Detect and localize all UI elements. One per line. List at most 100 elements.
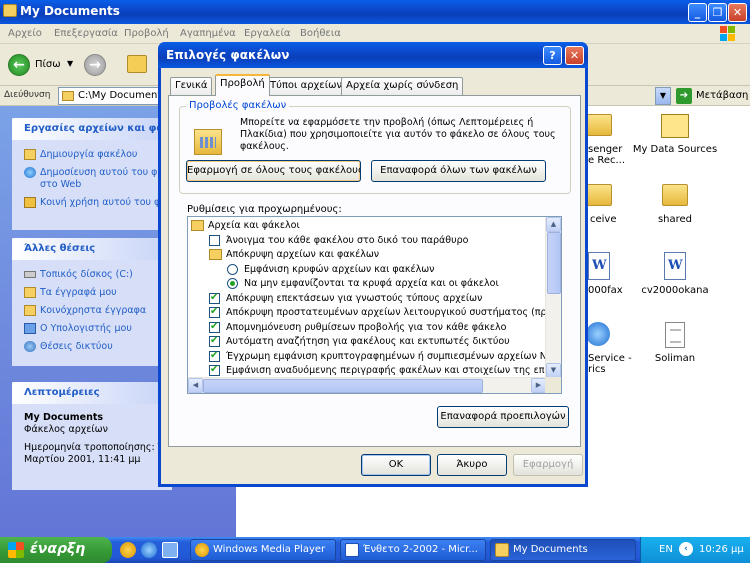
word-document-icon	[664, 252, 686, 280]
text-document-icon	[665, 322, 685, 348]
media-player-icon	[195, 543, 209, 557]
media-player-quicklaunch-icon[interactable]	[120, 542, 136, 558]
show-desktop-icon[interactable]	[162, 542, 178, 558]
close-button[interactable]: ✕	[728, 3, 747, 22]
word-icon	[345, 543, 359, 557]
folder-icon	[62, 91, 74, 101]
checkbox[interactable]	[209, 334, 220, 348]
checkbox[interactable]	[209, 291, 220, 305]
back-button-label[interactable]: Πίσω	[35, 59, 61, 70]
folder-options-dialog: Επιλογές φακέλων ? ✕ Γενικά Προβολή Τύπο…	[158, 42, 588, 487]
file-item-soliman[interactable]: Soliman	[620, 322, 730, 364]
internet-explorer-quicklaunch-icon[interactable]	[141, 542, 157, 558]
explorer-title-bar[interactable]: My Documents _ ❐ ✕	[0, 0, 750, 24]
menu-favorites[interactable]: Αγαπημένα	[180, 28, 236, 39]
other-places-panel: Άλλες θέσεις Τοπικός δίσκος (C:) Τα έγγρ…	[12, 238, 172, 366]
address-label: Διεύθυνση	[4, 90, 51, 100]
start-button[interactable]: έναρξη	[0, 537, 112, 563]
task-share-folder[interactable]: Κοινή χρήση αυτού του φ	[12, 194, 172, 212]
tab-general[interactable]: Γενικά	[170, 77, 213, 95]
tab-file-types[interactable]: Τύποι αρχείων	[265, 77, 348, 95]
file-item-shared[interactable]: shared	[620, 184, 730, 225]
menu-bar: Αρχείο Επεξεργασία Προβολή Αγαπημένα Εργ…	[0, 24, 750, 44]
other-places-title[interactable]: Άλλες θέσεις	[12, 238, 172, 260]
place-shared-documents[interactable]: Κοινόχρηστα έγγραφα	[12, 302, 172, 320]
radio-button[interactable]	[227, 278, 238, 289]
radio-button[interactable]	[227, 263, 238, 275]
details-title[interactable]: Λεπτομέρειες	[12, 382, 172, 404]
horizontal-scrollbar[interactable]: ◀ ▶	[188, 377, 546, 393]
scroll-right-icon[interactable]: ▶	[531, 378, 546, 393]
apply-to-all-folders-button[interactable]: Εφαρμογή σε όλους τους φακέλους	[186, 160, 361, 182]
checkbox[interactable]	[209, 349, 220, 363]
minimize-button[interactable]: _	[688, 3, 707, 22]
checkbox[interactable]	[209, 234, 220, 246]
folder-icon	[495, 543, 509, 557]
forward-arrow-icon[interactable]: →	[84, 54, 106, 76]
cancel-button[interactable]: Άκυρο	[437, 454, 507, 476]
scroll-left-icon[interactable]: ◀	[188, 378, 203, 393]
menu-edit[interactable]: Επεξεργασία	[54, 28, 118, 39]
menu-file[interactable]: Αρχείο	[8, 28, 42, 39]
taskbar-button-my-documents[interactable]: My Documents	[490, 539, 636, 561]
tab-view[interactable]: Προβολή	[215, 74, 270, 96]
advanced-setting-label: Απομνημόνευση ρυθμίσεων προβολής για τον…	[226, 321, 507, 333]
vertical-scrollbar[interactable]: ▲ ▼	[545, 217, 561, 378]
scroll-up-icon[interactable]: ▲	[546, 217, 561, 232]
advanced-settings-list[interactable]: Αρχεία και φάκελοι Άνοιγμα του κάθε φακέλ…	[187, 216, 562, 394]
taskbar-button-word[interactable]: Ένθετο 2-2002 - Micr...	[340, 539, 486, 561]
folder-icon	[3, 4, 17, 17]
address-input[interactable]: C:\My Documents	[58, 87, 168, 105]
go-arrow-icon[interactable]: ➔	[676, 88, 692, 104]
tab-offline-files[interactable]: Αρχεία χωρίς σύνδεση	[341, 77, 464, 95]
place-my-documents[interactable]: Τα έγγραφά μου	[12, 284, 172, 302]
taskbar-button-media-player[interactable]: Windows Media Player	[190, 539, 336, 561]
place-network[interactable]: Θέσεις δικτύου	[12, 338, 172, 356]
file-tasks-title[interactable]: Εργασίες αρχείων και φακ	[12, 118, 172, 140]
apply-button[interactable]: Εφαρμογή	[513, 454, 583, 476]
checkbox[interactable]	[209, 363, 220, 377]
advanced-setting-label: Απόκρυψη αρχείων και φακέλων	[226, 249, 380, 260]
scroll-down-icon[interactable]: ▼	[546, 363, 561, 378]
chevron-left-icon[interactable]: ‹	[679, 542, 693, 556]
folder-up-icon[interactable]	[127, 55, 147, 73]
help-button[interactable]: ?	[543, 46, 562, 65]
menu-view[interactable]: Προβολή	[124, 28, 169, 39]
checkbox[interactable]	[209, 305, 220, 319]
address-dropdown-icon[interactable]: ▼	[655, 87, 671, 105]
reset-all-folders-button[interactable]: Επαναφορά όλων των φακέλων	[371, 160, 546, 182]
data-sources-icon	[661, 114, 689, 138]
vertical-scroll-thumb[interactable]	[547, 232, 561, 294]
folder-icon	[24, 305, 36, 316]
folder-icon	[586, 114, 612, 136]
details-modified-value: Μαρτίου 2001, 11:41 μμ	[24, 454, 141, 465]
file-tasks-panel: Εργασίες αρχείων και φακ Δημιουργία φακέ…	[12, 118, 172, 230]
dialog-title-bar[interactable]: Επιλογές φακέλων ? ✕	[158, 42, 588, 68]
back-dropdown-icon[interactable]: ▼	[67, 59, 73, 68]
dialog-close-button[interactable]: ✕	[565, 46, 584, 65]
new-folder-icon	[24, 149, 36, 160]
go-button-label[interactable]: Μετάβαση	[696, 90, 748, 101]
dialog-title: Επιλογές φακέλων	[166, 48, 290, 62]
place-my-computer[interactable]: Ο Υπολογιστής μου	[12, 320, 172, 338]
file-item-cv2000okana[interactable]: cv2000okana	[620, 252, 730, 296]
restore-defaults-button[interactable]: Επαναφορά προεπιλογών	[437, 406, 569, 428]
task-publish-web[interactable]: Δημοσίευση αυτού του φ στο Web	[12, 164, 172, 194]
horizontal-scroll-thumb[interactable]	[203, 379, 483, 393]
checkbox[interactable]	[209, 320, 220, 334]
language-indicator[interactable]: EN	[659, 544, 673, 555]
ok-button[interactable]: OK	[361, 454, 431, 476]
advanced-setting-label: Απόκρυψη προστατευμένων αρχείων λειτουργ…	[226, 307, 546, 318]
maximize-button[interactable]: ❐	[708, 3, 727, 22]
back-arrow-icon[interactable]: ←	[8, 54, 30, 76]
menu-help[interactable]: Βοήθεια	[300, 28, 341, 39]
task-new-folder[interactable]: Δημιουργία φακέλου	[12, 146, 172, 164]
computer-icon	[24, 323, 36, 334]
details-panel: Λεπτομέρειες My Documents Φάκελος αρχείω…	[12, 382, 172, 490]
advanced-settings-items: Αρχεία και φάκελοι Άνοιγμα του κάθε φακέλ…	[188, 217, 546, 378]
place-local-disk[interactable]: Τοπικός δίσκος (C:)	[12, 266, 172, 284]
folder-icon	[209, 249, 222, 260]
file-item-my-data-sources[interactable]: My Data Sources	[620, 114, 730, 155]
windows-flag-icon	[8, 542, 24, 558]
menu-tools[interactable]: Εργαλεία	[244, 28, 290, 39]
